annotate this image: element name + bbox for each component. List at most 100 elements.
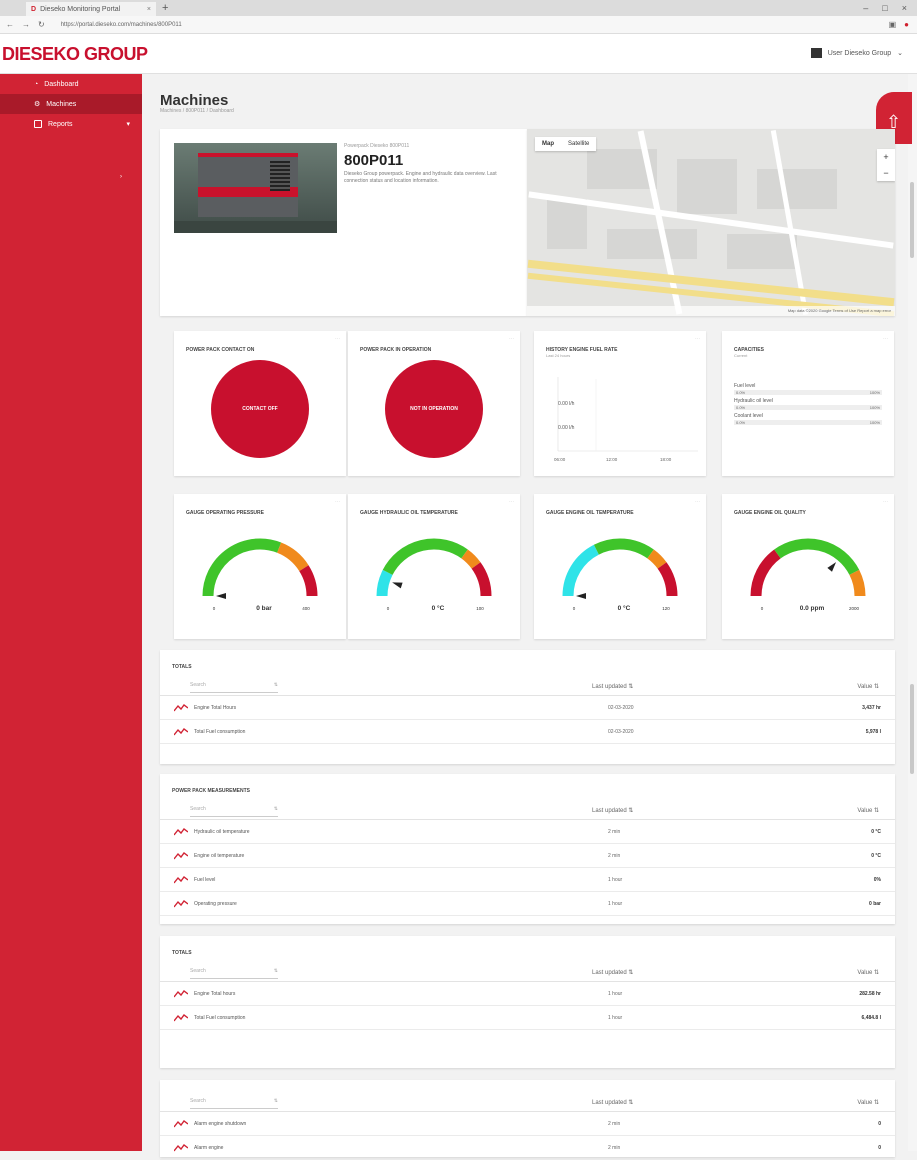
- widget-operation: POWER PACK IN OPERATION ··· NOT IN OPERA…: [348, 331, 520, 476]
- back-icon[interactable]: ←: [6, 20, 14, 29]
- gauge-band: [562, 544, 600, 597]
- row-value: 282.58 hr: [859, 991, 881, 997]
- search-input[interactable]: Search ⇅: [190, 682, 278, 693]
- row-value: 0%: [873, 877, 881, 883]
- collapse-icon[interactable]: ›: [120, 174, 122, 180]
- history-chart: 0.00 l/h 0.00 l/h 06:00 12:00 18:00: [554, 377, 698, 462]
- gauge-band: [299, 565, 318, 597]
- row-name: Total Fuel consumption: [194, 729, 246, 735]
- column-header-updated[interactable]: Last updated ⇅: [592, 683, 633, 690]
- maximize-button[interactable]: □: [882, 3, 887, 13]
- capacity-max: 100%: [869, 390, 880, 395]
- gauge-title: GAUGE OPERATING PRESSURE: [186, 510, 264, 516]
- table-row[interactable]: Alarm engine shutdown 2 min 0: [160, 1113, 895, 1136]
- extension-icon-red[interactable]: ●: [904, 20, 909, 29]
- zoom-in-button[interactable]: +: [877, 149, 895, 165]
- row-name: Engine oil temperature: [194, 853, 245, 859]
- sort-icon[interactable]: ⇅: [274, 682, 278, 688]
- scrollbar-thumb-secondary[interactable]: [910, 684, 914, 774]
- sidebar-item-machines[interactable]: ⚙ Machines: [0, 94, 142, 114]
- sort-icon[interactable]: ⇅: [274, 968, 278, 974]
- sidebar-item-dashboard[interactable]: ◔ Dashboard: [0, 74, 142, 94]
- gauge-card: GAUGE ENGINE OIL TEMPERATURE ··· 0 120 0 °…: [534, 494, 706, 639]
- extensions: ▣ ●: [889, 20, 909, 29]
- table-row[interactable]: Engine Total hours 1 hour 282.58 hr: [160, 983, 895, 1006]
- scrollbar-thumb[interactable]: [910, 182, 914, 258]
- user-name: User Dieseko Group: [827, 49, 892, 57]
- trend-icon[interactable]: [174, 828, 188, 836]
- row-updated: 1 hour: [608, 877, 623, 883]
- forward-icon[interactable]: →: [22, 20, 30, 29]
- capacity-value: 0.0%: [736, 405, 746, 410]
- map[interactable]: Map Satellite + − Map data ©2020 Google …: [527, 129, 895, 316]
- gauge-title: GAUGE ENGINE OIL TEMPERATURE: [546, 510, 634, 516]
- minimize-button[interactable]: –: [863, 3, 868, 13]
- table-title: POWER PACK MEASUREMENTS: [172, 788, 250, 794]
- trend-icon[interactable]: [174, 876, 188, 884]
- column-header-value[interactable]: Value ⇅: [857, 807, 879, 814]
- column-header-value[interactable]: Value ⇅: [857, 969, 879, 976]
- widget-menu-icon[interactable]: ···: [335, 499, 340, 505]
- trend-icon[interactable]: [174, 1120, 188, 1128]
- row-name: Engine Total hours: [194, 991, 236, 997]
- zoom-out-button[interactable]: −: [877, 165, 895, 181]
- user-menu[interactable]: User Dieseko Group ⌄: [810, 48, 903, 58]
- sort-icon[interactable]: ⇅: [274, 1098, 278, 1104]
- scrollbar[interactable]: [908, 74, 917, 1151]
- widget-menu-icon[interactable]: ···: [509, 336, 514, 342]
- new-tab-button[interactable]: +: [162, 2, 168, 14]
- trend-icon[interactable]: [174, 704, 188, 712]
- widget-menu-icon[interactable]: ···: [883, 499, 888, 505]
- trend-icon[interactable]: [174, 728, 188, 736]
- widget-menu-icon[interactable]: ···: [695, 336, 700, 342]
- trend-icon[interactable]: [174, 1014, 188, 1022]
- table-row[interactable]: Total Fuel consumption 1 hour 6,484.8 l: [160, 1007, 895, 1030]
- search-input[interactable]: Search ⇅: [190, 1098, 278, 1109]
- table-row[interactable]: Hydraulic oil temperature 2 min 0 °C: [160, 821, 895, 844]
- column-header-updated[interactable]: Last updated ⇅: [592, 1099, 633, 1106]
- tab-satellite[interactable]: Satellite: [561, 137, 596, 151]
- table-row[interactable]: Total Fuel consumption 02-03-2020 5,978 …: [160, 721, 895, 744]
- reload-icon[interactable]: ↻: [38, 20, 45, 29]
- sidebar-item-reports[interactable]: Reports ▾: [0, 114, 142, 134]
- url-field[interactable]: https://portal.dieseko.com/machines/800P…: [61, 22, 182, 28]
- row-value: 0 °C: [871, 829, 881, 835]
- widget-menu-icon[interactable]: ···: [335, 336, 340, 342]
- row-value: 0: [878, 1145, 881, 1151]
- totals-table: TOTALS Search ⇅ Last updated ⇅ Value ⇅ En…: [160, 650, 895, 764]
- capacity-max: 100%: [869, 420, 880, 425]
- trend-icon[interactable]: [174, 852, 188, 860]
- trend-icon[interactable]: [174, 900, 188, 908]
- widget-menu-icon[interactable]: ···: [695, 499, 700, 505]
- widget-title: POWER PACK IN OPERATION: [360, 347, 432, 353]
- widget-menu-icon[interactable]: ···: [883, 336, 888, 342]
- widget-menu-icon[interactable]: ···: [509, 499, 514, 505]
- trend-icon[interactable]: [174, 990, 188, 998]
- search-input[interactable]: Search ⇅: [190, 968, 278, 979]
- column-header-updated[interactable]: Last updated ⇅: [592, 807, 633, 814]
- gauge-needle: [576, 593, 586, 599]
- table-row[interactable]: Operating pressure 1 hour 0 bar: [160, 893, 895, 916]
- machines-icon: ⚙: [34, 101, 41, 108]
- close-tab-icon[interactable]: ×: [147, 6, 151, 13]
- operating-pressure-gauge: 0 400 0 bar: [202, 538, 318, 612]
- column-header-value[interactable]: Value ⇅: [857, 683, 879, 690]
- table-row[interactable]: Fuel level 1 hour 0%: [160, 869, 895, 892]
- tab-map[interactable]: Map: [535, 137, 561, 151]
- browser-tab[interactable]: D Dieseko Monitoring Portal ×: [26, 2, 156, 16]
- close-window-button[interactable]: ×: [902, 3, 907, 13]
- machine-card: Powerpack Dieseko 800P011 800P011 Diesek…: [160, 129, 527, 316]
- extension-icon[interactable]: ▣: [889, 20, 897, 29]
- gauge-value: 0 °C: [618, 604, 631, 612]
- sort-icon[interactable]: ⇅: [274, 806, 278, 812]
- row-updated: 1 hour: [608, 1015, 623, 1021]
- row-value: 5,978 l: [865, 729, 881, 735]
- row-updated: 2 min: [608, 1145, 621, 1151]
- column-header-value[interactable]: Value ⇅: [857, 1099, 879, 1106]
- column-header-updated[interactable]: Last updated ⇅: [592, 969, 633, 976]
- search-input[interactable]: Search ⇅: [190, 806, 278, 817]
- table-row[interactable]: Engine Total Hours 02-03-2020 3,437 hr: [160, 697, 895, 720]
- gauge-max-label: 100: [476, 606, 484, 611]
- table-row[interactable]: Engine oil temperature 2 min 0 °C: [160, 845, 895, 868]
- table-row[interactable]: Alarm engine 2 min 0: [160, 1137, 895, 1160]
